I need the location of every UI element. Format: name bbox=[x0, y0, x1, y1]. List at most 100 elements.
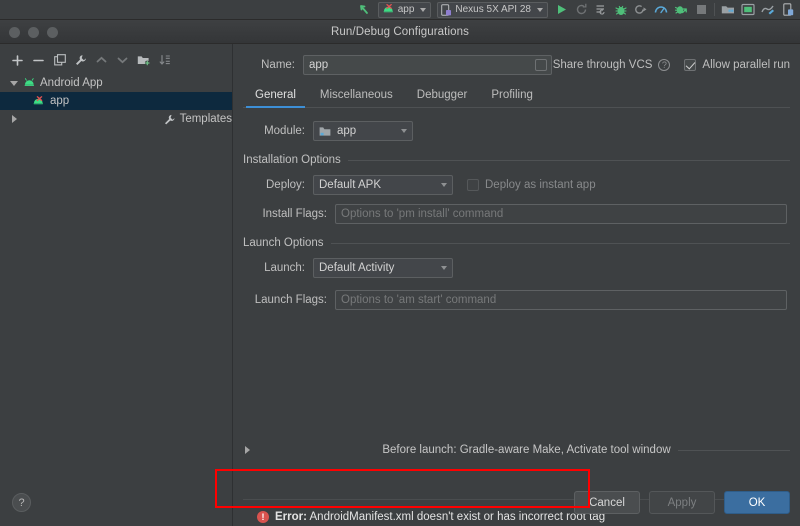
rerun-icon[interactable] bbox=[571, 1, 591, 18]
apply-button[interactable]: Apply bbox=[649, 491, 715, 514]
run-debug-configurations-dialog: Run/Debug Configurations Android App app… bbox=[0, 19, 800, 526]
deploy-label: Deploy: bbox=[266, 179, 305, 191]
installation-options-section: Installation Options bbox=[243, 154, 790, 166]
move-down-button[interactable] bbox=[113, 51, 132, 70]
device-selector[interactable]: Nexus 5X API 28 bbox=[437, 1, 548, 18]
configurations-panel: Android App app Templates bbox=[0, 44, 233, 526]
run-icon[interactable] bbox=[551, 1, 571, 18]
chevron-down-icon bbox=[420, 7, 427, 12]
run-debug-configurations-screen: app Nexus 5X API 28 Run/Debug Configurat… bbox=[0, 0, 800, 526]
sdk-manager-icon[interactable] bbox=[738, 1, 758, 18]
tab-general[interactable]: General bbox=[243, 85, 308, 108]
attach-debugger-icon[interactable] bbox=[631, 1, 651, 18]
chevron-down-icon[interactable] bbox=[10, 79, 19, 88]
cancel-button[interactable]: Cancel bbox=[574, 491, 640, 514]
close-button[interactable] bbox=[9, 27, 20, 38]
avd-manager-icon[interactable] bbox=[718, 1, 738, 18]
installation-options-title: Installation Options bbox=[243, 154, 341, 166]
footer-buttons: Cancel Apply OK bbox=[574, 491, 790, 514]
device-file-explorer-icon[interactable] bbox=[778, 1, 798, 18]
copy-configuration-button[interactable] bbox=[50, 51, 69, 70]
android-app-error-icon bbox=[382, 4, 395, 15]
tree-item-templates[interactable]: Templates bbox=[0, 110, 232, 128]
configurations-tree[interactable]: Android App app Templates bbox=[0, 72, 232, 526]
dialog-body: Android App app Templates Name: app Shar… bbox=[0, 44, 800, 526]
chevron-down-icon bbox=[537, 7, 543, 12]
share-vcs-help-icon[interactable]: ? bbox=[658, 59, 671, 71]
edit-templates-button[interactable] bbox=[71, 51, 90, 70]
tab-debugger[interactable]: Debugger bbox=[405, 85, 480, 107]
tree-item-app[interactable]: app bbox=[0, 92, 232, 110]
debug-icon[interactable] bbox=[611, 1, 631, 18]
launch-row: Launch: Default Activity bbox=[243, 257, 790, 279]
module-label: Module: bbox=[264, 125, 305, 137]
deploy-instant-app-label: Deploy as instant app bbox=[485, 179, 596, 191]
name-input[interactable]: app bbox=[303, 55, 552, 75]
layout-inspector-icon[interactable] bbox=[758, 1, 778, 18]
launch-dropdown[interactable]: Default Activity bbox=[313, 258, 453, 278]
section-divider bbox=[677, 449, 791, 451]
create-folder-button[interactable] bbox=[134, 51, 153, 70]
launch-label: Launch: bbox=[264, 262, 305, 274]
tree-item-label: Android App bbox=[40, 77, 103, 89]
general-tab-content: Module: app Installation Options Deploy:… bbox=[243, 120, 790, 311]
share-through-vcs-checkbox[interactable] bbox=[534, 59, 547, 71]
chevron-right-icon[interactable] bbox=[10, 114, 160, 124]
run-configuration-label: app bbox=[397, 4, 415, 15]
section-divider bbox=[347, 159, 790, 161]
remove-configuration-button[interactable] bbox=[29, 51, 48, 70]
module-row: Module: app bbox=[243, 120, 790, 142]
stop-icon[interactable] bbox=[691, 1, 711, 18]
tab-profiling[interactable]: Profiling bbox=[479, 85, 545, 107]
device-label: Nexus 5X API 28 bbox=[455, 4, 531, 15]
stop-run-icon[interactable] bbox=[591, 1, 611, 18]
dialog-titlebar: Run/Debug Configurations bbox=[0, 20, 800, 44]
launch-flags-input[interactable]: Options to 'am start' command bbox=[335, 290, 787, 310]
launch-value: Default Activity bbox=[319, 262, 395, 274]
tree-item-android-app[interactable]: Android App bbox=[0, 74, 232, 92]
module-folder-icon bbox=[319, 126, 332, 137]
deploy-row: Deploy: Default APK Deploy as instant ap… bbox=[243, 174, 790, 196]
allow-parallel-run-checkbox[interactable] bbox=[684, 59, 697, 71]
deploy-value: Default APK bbox=[319, 179, 382, 191]
section-divider bbox=[330, 242, 790, 244]
install-flags-input[interactable]: Options to 'pm install' command bbox=[335, 204, 787, 224]
chevron-down-icon bbox=[441, 183, 447, 187]
device-icon bbox=[441, 3, 452, 16]
run-configuration-selector[interactable]: app bbox=[377, 1, 432, 18]
share-through-vcs-label: Share through VCS bbox=[552, 59, 653, 71]
build-arrow-icon[interactable] bbox=[355, 1, 375, 18]
chevron-down-icon bbox=[401, 129, 407, 133]
launch-options-section: Launch Options bbox=[243, 237, 790, 249]
ok-button[interactable]: OK bbox=[724, 491, 790, 514]
chevron-right-icon[interactable] bbox=[243, 445, 375, 455]
deploy-dropdown[interactable]: Default APK bbox=[313, 175, 453, 195]
sort-configurations-button[interactable] bbox=[155, 51, 174, 70]
tab-miscellaneous[interactable]: Miscellaneous bbox=[308, 85, 405, 107]
window-controls bbox=[9, 27, 58, 38]
module-value: app bbox=[337, 125, 357, 137]
deploy-instant-app-checkbox[interactable] bbox=[467, 179, 479, 191]
move-up-button[interactable] bbox=[92, 51, 111, 70]
before-launch-label: Before launch: Gradle-aware Make, Activa… bbox=[382, 444, 671, 456]
toolbar-divider bbox=[714, 3, 715, 16]
launch-options-title: Launch Options bbox=[243, 237, 324, 249]
help-button[interactable]: ? bbox=[12, 493, 31, 512]
zoom-button[interactable] bbox=[47, 27, 58, 38]
launch-flags-label: Launch Flags: bbox=[254, 294, 327, 306]
name-label: Name: bbox=[261, 59, 295, 71]
module-dropdown[interactable]: app bbox=[313, 121, 413, 141]
apply-changes-icon[interactable] bbox=[671, 1, 691, 18]
install-flags-row: Install Flags: Options to 'pm install' c… bbox=[243, 203, 790, 225]
wrench-icon bbox=[164, 114, 176, 125]
install-flags-label: Install Flags: bbox=[262, 208, 327, 220]
before-launch-section[interactable]: Before launch: Gradle-aware Make, Activa… bbox=[243, 444, 791, 456]
tree-item-label: app bbox=[50, 95, 70, 107]
chevron-down-icon bbox=[441, 266, 447, 270]
add-configuration-button[interactable] bbox=[8, 51, 27, 70]
configuration-editor: Name: app Share through VCS ? Allow para… bbox=[233, 44, 800, 526]
tree-toolbar bbox=[0, 48, 232, 72]
minimize-button[interactable] bbox=[28, 27, 39, 38]
profiler-icon[interactable] bbox=[651, 1, 671, 18]
allow-parallel-run-label: Allow parallel run bbox=[702, 59, 790, 71]
